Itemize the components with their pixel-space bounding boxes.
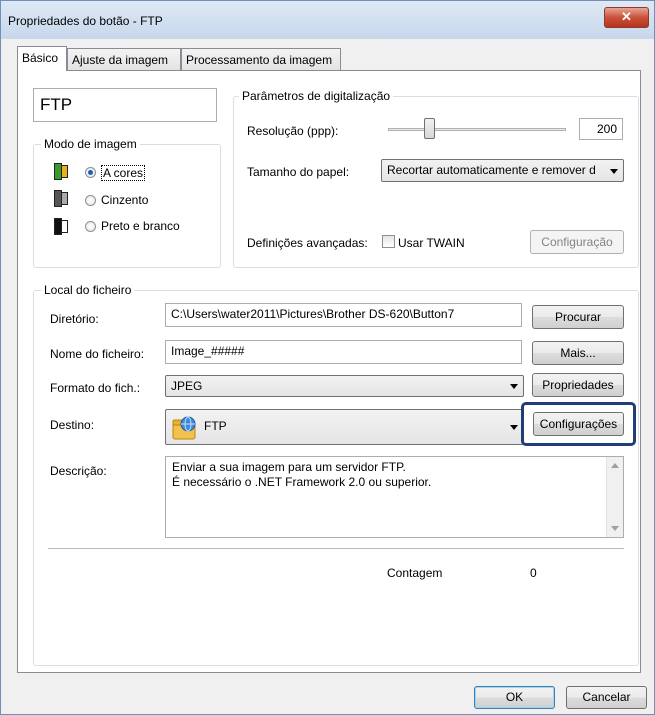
radio-label-a-cores: A cores xyxy=(101,165,146,181)
file-format-value: JPEG xyxy=(171,379,203,393)
scroll-up-icon[interactable] xyxy=(611,463,619,468)
tab-basico[interactable]: Básico xyxy=(17,46,67,71)
resolution-slider-thumb[interactable] xyxy=(424,118,435,139)
scroll-down-icon[interactable] xyxy=(611,526,619,531)
chevron-down-icon xyxy=(510,384,518,389)
paper-size-label: Tamanho do papel: xyxy=(247,165,350,179)
tab-label: Processamento da imagem xyxy=(186,53,333,67)
directory-field[interactable]: C:\Users\water2011\Pictures\Brother DS-6… xyxy=(165,303,522,327)
use-twain-checkbox[interactable] xyxy=(382,235,395,248)
description-scrollbar[interactable] xyxy=(606,457,623,537)
configuration-button[interactable]: Configuração xyxy=(530,230,624,254)
radio-label-preto-branco: Preto e branco xyxy=(101,219,180,233)
description-field[interactable]: Enviar a sua imagem para um servidor FTP… xyxy=(165,456,624,538)
gray-mode-icon xyxy=(54,190,68,207)
title-bar[interactable]: Propriedades do botão - FTP ✕ xyxy=(1,1,654,39)
filename-label: Nome do ficheiro: xyxy=(50,347,145,361)
count-value: 0 xyxy=(530,566,537,580)
file-format-label: Formato do fich.: xyxy=(50,381,141,395)
chevron-down-icon xyxy=(610,168,618,174)
separator xyxy=(48,548,624,549)
radio-label-cinzento: Cinzento xyxy=(101,193,149,207)
button-name-field[interactable]: FTP xyxy=(33,88,217,122)
tab-ajuste-imagem[interactable]: Ajuste da imagem xyxy=(67,48,181,70)
radio-preto-branco[interactable] xyxy=(85,221,96,232)
ftp-folder-icon xyxy=(172,416,196,440)
description-line: É necessário o .NET Framework 2.0 ou sup… xyxy=(172,475,432,489)
radio-cinzento[interactable] xyxy=(85,195,96,206)
tab-processamento-imagem[interactable]: Processamento da imagem xyxy=(181,48,341,70)
window-title: Propriedades do botão - FTP xyxy=(8,14,163,28)
ok-button[interactable]: OK xyxy=(474,686,555,709)
destination-value: FTP xyxy=(204,419,227,433)
properties-button[interactable]: Propriedades xyxy=(532,373,624,397)
chevron-down-icon xyxy=(510,425,518,430)
description-line: Enviar a sua imagem para um servidor FTP… xyxy=(172,460,406,474)
more-button[interactable]: Mais... xyxy=(532,341,624,365)
scan-params-legend: Parâmetros de digitalização xyxy=(239,89,394,103)
radio-a-cores[interactable] xyxy=(85,167,96,178)
close-button[interactable]: ✕ xyxy=(604,7,649,28)
directory-label: Diretório: xyxy=(50,312,99,326)
use-twain-label: Usar TWAIN xyxy=(398,236,465,250)
image-mode-legend: Modo de imagem xyxy=(41,137,140,151)
resolution-slider[interactable] xyxy=(388,128,566,131)
resolution-value-field[interactable]: 200 xyxy=(579,118,623,140)
cancel-button[interactable]: Cancelar xyxy=(566,686,647,709)
resolution-label: Resolução (ppp): xyxy=(247,124,339,138)
close-icon: ✕ xyxy=(621,9,632,24)
settings-button-highlight xyxy=(521,402,636,446)
advanced-settings-label: Definições avançadas: xyxy=(247,236,368,250)
bw-mode-icon xyxy=(54,218,68,235)
paper-size-select[interactable]: Recortar automaticamente e remover d xyxy=(381,159,624,182)
filename-field[interactable]: Image_##### xyxy=(165,340,522,364)
tab-label: Básico xyxy=(22,51,59,65)
count-label: Contagem xyxy=(387,566,443,580)
file-format-select[interactable]: JPEG xyxy=(165,375,524,397)
destination-label: Destino: xyxy=(50,418,95,432)
paper-size-value: Recortar automaticamente e remover d xyxy=(387,163,596,177)
color-mode-icon xyxy=(54,163,68,180)
browse-button[interactable]: Procurar xyxy=(532,305,624,329)
description-label: Descrição: xyxy=(50,464,107,478)
tab-label: Ajuste da imagem xyxy=(72,53,169,67)
destination-select[interactable]: FTP xyxy=(165,409,524,445)
file-location-legend: Local do ficheiro xyxy=(41,283,135,297)
